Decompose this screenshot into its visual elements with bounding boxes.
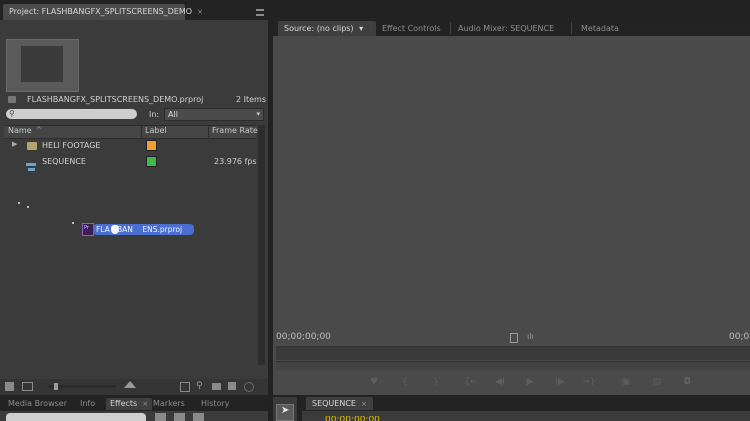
drag-marker — [72, 222, 74, 224]
tab-effect-controls-label: Effect Controls — [382, 24, 441, 33]
step-forward-icon[interactable]: I▶ — [553, 376, 567, 388]
clip-icon[interactable] — [510, 333, 518, 343]
accelerated-effects-icon[interactable] — [155, 413, 166, 421]
close-icon[interactable]: × — [142, 400, 148, 408]
row-name: HELI FOOTAGE — [42, 141, 101, 150]
table-row[interactable]: ▶ HELI FOOTAGE — [4, 139, 256, 153]
search-scope-select[interactable]: All ▾ — [164, 108, 264, 121]
column-header-frame-rate[interactable]: Frame Rate — [212, 126, 258, 135]
search-scope-value: All — [168, 110, 178, 119]
dragged-file-text: FLA BAN ENS.prproj — [96, 225, 183, 234]
sequence-icon — [26, 157, 36, 171]
new-bin-icon[interactable] — [212, 383, 221, 390]
32bit-effects-icon[interactable] — [174, 413, 185, 421]
duration-timecode[interactable]: 00;0 — [729, 332, 749, 342]
zoom-slider[interactable] — [48, 385, 116, 388]
search-icon: ⚲ — [9, 109, 15, 118]
new-item-icon[interactable] — [228, 382, 236, 390]
label-swatch-green — [146, 156, 157, 167]
tab-source-label: Source: (no clips) — [284, 24, 354, 33]
tab-effect-controls[interactable]: Effect Controls — [382, 21, 441, 37]
tab-divider — [450, 22, 451, 34]
tab-sequence[interactable]: SEQUENCE × — [306, 397, 373, 410]
chevron-down-icon: ▾ — [359, 24, 364, 33]
chevron-down-icon: ▾ — [256, 110, 260, 118]
project-file-name: FLASHBANGFX_SPLITSCREENS_DEMO.prproj — [27, 95, 204, 104]
timeline-timecode[interactable]: 00;00;00;00 — [325, 416, 385, 421]
column-divider — [141, 126, 142, 137]
tab-info-label: Info — [80, 399, 96, 408]
hand-cursor-icon — [111, 225, 119, 234]
expand-triangle-icon[interactable]: ▶ — [12, 140, 17, 148]
row-frame-rate: 23.976 fps — [214, 157, 257, 166]
tab-project[interactable]: Project: FLASHBANGFX_SPLITSCREENS_DEMO × — [3, 4, 203, 20]
tab-history[interactable]: History — [201, 398, 229, 410]
zoom-mountain-icon — [124, 381, 136, 388]
tab-divider — [371, 22, 372, 34]
mark-in-icon[interactable]: { — [399, 376, 411, 388]
search-input[interactable]: ⚲ — [6, 109, 137, 119]
tab-effects-label: Effects — [110, 399, 138, 408]
project-item-count: 2 Items — [236, 95, 267, 104]
close-icon[interactable]: × — [197, 8, 203, 16]
add-marker-icon[interactable]: ♥ — [368, 376, 380, 388]
tab-markers[interactable]: Markers — [153, 398, 185, 410]
tab-project-label: Project: FLASHBANGFX_SPLITSCREENS_DEMO — [9, 7, 193, 16]
tab-effects[interactable]: Effects × — [106, 398, 153, 410]
search-in-label: In: — [149, 110, 160, 119]
dragged-file-label[interactable]: FLA BAN ENS.prproj — [93, 224, 194, 235]
effects-search-input[interactable] — [6, 413, 146, 421]
tab-metadata[interactable]: Metadata — [581, 21, 619, 37]
tab-divider — [571, 22, 572, 34]
tab-metadata-label: Metadata — [581, 24, 619, 33]
row-name: SEQUENCE — [42, 157, 86, 166]
tab-history-label: History — [201, 399, 230, 408]
insert-icon[interactable]: ▣ — [618, 376, 634, 388]
zoom-slider-handle[interactable] — [54, 383, 58, 390]
source-time-ruler[interactable] — [276, 346, 750, 360]
project-file-icon — [8, 96, 16, 103]
close-icon[interactable]: × — [361, 400, 367, 408]
tab-markers-label: Markers — [153, 399, 185, 408]
icon-view-icon[interactable] — [22, 382, 33, 391]
sort-ascending-icon: ^ — [36, 126, 42, 134]
source-timecode[interactable]: 00;00;00;00 — [276, 332, 331, 342]
find-icon[interactable]: ⚲ — [196, 381, 203, 391]
play-icon[interactable]: ▶ — [524, 376, 536, 388]
clear-icon[interactable] — [244, 382, 254, 392]
column-divider — [208, 126, 209, 137]
selection-tool-button[interactable]: ➤ — [276, 404, 294, 421]
step-back-icon[interactable]: ◀I — [493, 376, 507, 388]
preview-thumbnail — [6, 39, 79, 92]
audio-waveform-icon[interactable]: ılı — [527, 332, 534, 341]
column-header-label[interactable]: Label — [145, 126, 167, 135]
export-frame-icon[interactable]: ◘ — [680, 376, 694, 388]
column-header-name[interactable]: Name — [8, 126, 32, 135]
tab-sequence-label: SEQUENCE — [312, 399, 356, 408]
tab-audio-mixer[interactable]: Audio Mixer: SEQUENCE — [458, 21, 554, 37]
overwrite-icon[interactable]: ▤ — [649, 376, 665, 388]
tab-media-browser[interactable]: Media Browser — [8, 398, 67, 410]
mark-out-icon[interactable]: } — [430, 376, 442, 388]
list-view-icon[interactable] — [5, 382, 14, 391]
tab-audio-mixer-label: Audio Mixer: SEQUENCE — [458, 24, 555, 33]
yuv-effects-icon[interactable] — [193, 413, 204, 421]
go-to-in-icon[interactable]: {← — [463, 376, 479, 388]
label-swatch-orange — [146, 140, 157, 151]
drag-marker — [18, 202, 20, 204]
automate-to-sequence-icon[interactable] — [180, 382, 190, 392]
tab-media-browser-label: Media Browser — [8, 399, 67, 408]
panel-menu-icon[interactable] — [256, 9, 264, 16]
drag-marker — [27, 206, 29, 208]
project-scrollbar[interactable] — [258, 125, 265, 365]
source-scrub-bar[interactable] — [276, 361, 750, 370]
go-to-out-icon[interactable]: →} — [581, 376, 597, 388]
tab-info[interactable]: Info — [80, 398, 95, 410]
table-row[interactable]: SEQUENCE 23.976 fps — [4, 155, 257, 171]
tab-source[interactable]: Source: (no clips) ▾ — [278, 21, 376, 37]
folder-icon — [27, 142, 37, 150]
arrow-cursor-icon: ➤ — [281, 405, 290, 416]
